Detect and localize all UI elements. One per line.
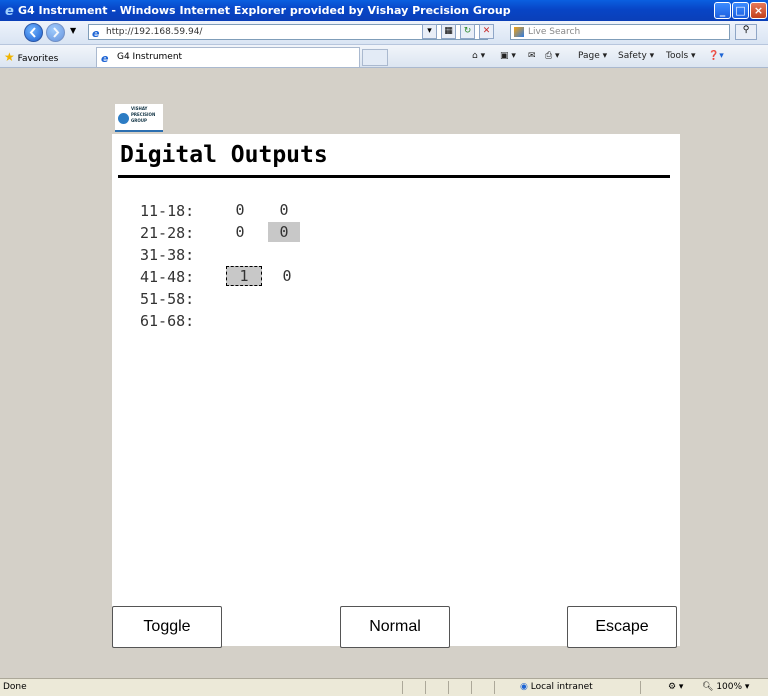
page-content: VISHAY PRECISION GROUP Digital Outputs 1…	[0, 68, 768, 678]
normal-button[interactable]: Normal	[340, 606, 450, 648]
status-divider	[494, 681, 495, 694]
output-value-selected[interactable]: 0	[268, 222, 300, 242]
ie-icon: e	[5, 4, 14, 17]
output-value[interactable]: 0	[271, 266, 303, 286]
refresh-icon[interactable]: ↻	[460, 24, 475, 39]
print-icon[interactable]: ⎙ ▾	[545, 51, 560, 61]
favorites-button[interactable]: ★ Favorites	[4, 50, 58, 64]
address-toolbar: ▼ e http://192.168.59.94/ ▾ ▦ ↻ ✕ Live S…	[0, 21, 768, 45]
chevron-down-icon: ▾	[744, 682, 750, 692]
output-value[interactable]: 0	[268, 200, 300, 220]
home-icon[interactable]: ⌂ ▾	[472, 51, 485, 61]
status-divider	[402, 681, 403, 694]
output-row-21-28: 21-28: 0 0	[140, 222, 440, 246]
back-arrow-icon	[29, 27, 36, 38]
forward-button[interactable]	[46, 23, 65, 42]
escape-button[interactable]: Escape	[567, 606, 677, 648]
star-icon: ★	[4, 50, 15, 64]
search-button[interactable]: ⚲	[735, 24, 757, 40]
vpg-logo-icon	[118, 113, 129, 124]
help-icon[interactable]: ❓▾	[708, 51, 724, 61]
minimize-button[interactable]: _	[714, 2, 731, 19]
tab-g4-instrument[interactable]: e G4 Instrument	[96, 47, 360, 67]
output-value[interactable]: 0	[224, 200, 256, 220]
tools-menu[interactable]: Tools ▾	[666, 51, 696, 61]
status-text: Done	[3, 682, 27, 692]
output-value-focused[interactable]: 1	[226, 266, 262, 286]
security-zone[interactable]: ◉ Local intranet	[520, 682, 593, 692]
status-divider	[448, 681, 449, 694]
address-url: http://192.168.59.94/	[106, 27, 203, 37]
status-divider	[471, 681, 472, 694]
window-title: G4 Instrument - Windows Internet Explore…	[18, 4, 511, 17]
output-row-11-18: 11-18: 0 0	[140, 200, 440, 224]
back-button[interactable]	[24, 23, 43, 42]
page-title: Digital Outputs	[120, 142, 328, 168]
vishay-logo: VISHAY PRECISION GROUP	[115, 104, 163, 132]
status-divider	[425, 681, 426, 694]
status-divider	[640, 681, 641, 694]
svg-text:e: e	[92, 27, 100, 38]
output-row-51-58: 51-58:	[140, 290, 195, 308]
live-search-icon	[514, 27, 524, 37]
svg-text:e: e	[5, 4, 14, 17]
output-row-61-68: 61-68:	[140, 312, 195, 330]
recent-pages-dropdown-icon[interactable]: ▼	[70, 26, 76, 35]
zoom-icon: 🔍︎	[702, 682, 714, 692]
svg-text:e: e	[101, 52, 109, 63]
feeds-icon[interactable]: ▣ ▾	[500, 51, 516, 61]
search-input[interactable]: Live Search	[510, 24, 730, 40]
instrument-panel: Digital Outputs 11-18: 0 0 21-28: 0 0 31…	[112, 134, 680, 646]
new-tab-button[interactable]	[362, 49, 388, 66]
maximize-button[interactable]: □	[732, 2, 749, 19]
page-icon: e	[92, 27, 100, 38]
close-button[interactable]: ×	[750, 2, 767, 19]
tab-ie-icon: e	[101, 52, 109, 63]
protected-mode-icon[interactable]: ⚙ ▾	[668, 682, 683, 692]
title-divider	[118, 175, 670, 178]
forward-arrow-icon	[53, 27, 60, 38]
output-row-41-48: 41-48: 1 0	[140, 266, 440, 290]
status-bar: Done ◉ Local intranet ⚙ ▾ 🔍︎ 100% ▾	[0, 678, 768, 696]
favorites-bar: ★ Favorites e G4 Instrument ⌂ ▾ ▣ ▾ ✉ ⎙ …	[0, 45, 768, 68]
output-row-31-38: 31-38:	[140, 246, 195, 264]
page-menu[interactable]: Page ▾	[578, 51, 607, 61]
safety-menu[interactable]: Safety ▾	[618, 51, 654, 61]
window-title-bar: e G4 Instrument - Windows Internet Explo…	[0, 0, 768, 21]
globe-icon: ◉	[520, 682, 528, 692]
mail-icon[interactable]: ✉	[528, 51, 536, 61]
zoom-level[interactable]: 🔍︎ 100% ▾	[702, 682, 749, 692]
address-dropdown-icon[interactable]: ▾	[422, 24, 437, 39]
stop-icon[interactable]: ✕	[479, 24, 494, 39]
compatibility-icon[interactable]: ▦	[441, 24, 456, 39]
output-value[interactable]: 0	[224, 222, 256, 242]
toggle-button[interactable]: Toggle	[112, 606, 222, 648]
